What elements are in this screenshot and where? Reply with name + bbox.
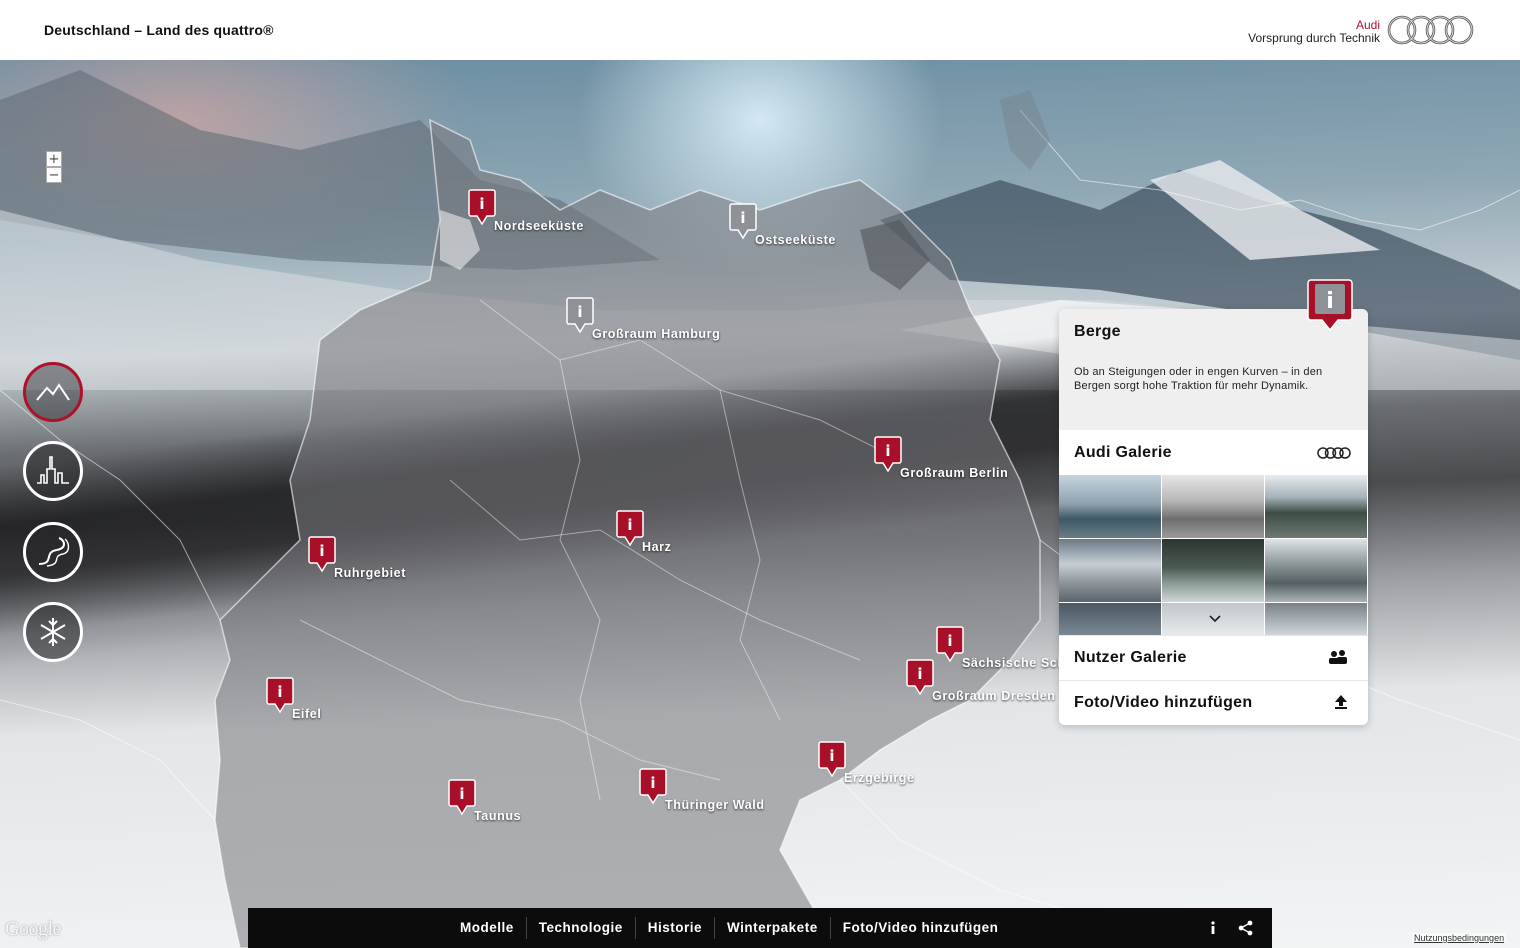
gallery-thumbnail[interactable]: [1162, 475, 1264, 538]
category-city-button[interactable]: [23, 441, 83, 501]
svg-text:i: i: [917, 665, 922, 683]
info-pin-icon: i: [874, 436, 902, 473]
category-mountains-button[interactable]: [23, 362, 83, 422]
zoom-out-button[interactable]: −: [46, 167, 62, 183]
info-icon[interactable]: [1208, 920, 1218, 936]
marker-label: Erzgebirge: [844, 771, 915, 785]
brand-slogan: Vorsprung durch Technik: [1248, 31, 1380, 45]
info-pin-icon: i: [468, 189, 496, 226]
marker-label: Harz: [642, 540, 672, 554]
nav-item-models[interactable]: Modelle: [448, 917, 527, 939]
gallery-thumbnail[interactable]: [1265, 603, 1367, 635]
page-title: Deutschland – Land des quattro®: [44, 22, 274, 38]
marker-label: Ostseeküste: [755, 233, 836, 247]
upload-icon: [1335, 695, 1347, 709]
nav-menu: Modelle Technologie Historie Winterpaket…: [448, 908, 1010, 948]
marker-label: Großraum Dresden: [932, 689, 1056, 703]
category-winter-button[interactable]: [23, 602, 83, 662]
svg-text:i: i: [740, 209, 745, 227]
gallery-thumbnail[interactable]: [1059, 603, 1161, 635]
audi-rings-icon: [1317, 447, 1351, 459]
panel-title: Berge: [1074, 323, 1121, 340]
user-gallery-label: Nutzer Galerie: [1074, 649, 1187, 666]
svg-text:i: i: [577, 303, 582, 321]
add-media-row[interactable]: Foto/Video hinzufügen: [1059, 680, 1368, 724]
svg-text:i: i: [627, 516, 632, 534]
marker-label: Thüringer Wald: [665, 798, 765, 812]
marker-label: Großraum Berlin: [900, 466, 1009, 480]
audi-rings-icon[interactable]: [1386, 13, 1476, 47]
user-gallery-row[interactable]: Nutzer Galerie: [1059, 635, 1368, 679]
zoom-control: + −: [46, 151, 62, 183]
info-pin-icon: i: [448, 779, 476, 816]
mountain-icon: [36, 383, 70, 401]
svg-text:i: i: [829, 747, 834, 765]
users-icon: [1329, 650, 1347, 664]
gallery-thumbnail[interactable]: [1059, 475, 1161, 538]
gallery-thumbnail[interactable]: [1265, 475, 1367, 538]
marker-label: Ruhrgebiet: [334, 566, 406, 580]
snowflake-icon: [40, 618, 66, 646]
gallery-thumbnail[interactable]: [1162, 539, 1264, 602]
add-media-label: Foto/Video hinzufügen: [1074, 694, 1253, 711]
marker-label: Großraum Hamburg: [592, 327, 721, 341]
marker-label: Eifel: [292, 707, 322, 721]
audi-gallery-title: Audi Galerie: [1074, 444, 1172, 461]
marker-label: Nordseeküste: [494, 219, 584, 233]
nav-item-history[interactable]: Historie: [636, 917, 716, 939]
info-pin-icon: i: [936, 626, 964, 663]
nav-item-add-media[interactable]: Foto/Video hinzufügen: [831, 917, 1011, 939]
terms-link[interactable]: Nutzungsbedingungen: [1412, 933, 1507, 943]
info-pin-icon: i: [906, 659, 934, 696]
audi-gallery-header[interactable]: Audi Galerie: [1059, 430, 1368, 475]
info-pin-icon: i: [616, 510, 644, 547]
info-pin-icon: i: [729, 203, 757, 240]
info-panel: Berge Ob an Steigungen oder in engen Kur…: [1059, 309, 1368, 725]
zoom-in-button[interactable]: +: [46, 151, 62, 167]
info-pin-icon: i: [308, 536, 336, 573]
brand-text: Audi Vorsprung durch Technik: [1248, 19, 1380, 45]
curvy-road-icon: [38, 537, 70, 567]
svg-text:i: i: [650, 774, 655, 792]
selected-info-pin-icon: i: [1307, 279, 1353, 332]
nav-item-winter-packages[interactable]: Winterpakete: [715, 917, 831, 939]
svg-text:i: i: [459, 785, 464, 803]
google-logo: Google: [5, 918, 61, 940]
header: Deutschland – Land des quattro® Audi Vor…: [0, 0, 1520, 60]
panel-description: Ob an Steigungen oder in engen Kurven – …: [1074, 366, 1323, 392]
info-pin-icon: i: [639, 768, 667, 805]
info-pin-icon: i: [566, 297, 594, 334]
svg-text:i: i: [885, 442, 890, 460]
nav-item-technology[interactable]: Technologie: [527, 917, 636, 939]
share-icon[interactable]: [1238, 920, 1254, 936]
marker-label: Taunus: [474, 809, 522, 823]
gallery-thumbnail[interactable]: [1059, 539, 1161, 602]
svg-text:i: i: [1326, 289, 1334, 314]
bottom-navigation: Modelle Technologie Historie Winterpaket…: [248, 908, 1272, 948]
info-pin-icon: i: [818, 741, 846, 778]
gallery-thumbnail[interactable]: [1265, 539, 1367, 602]
city-skyline-icon: [37, 456, 69, 484]
svg-text:i: i: [479, 195, 484, 213]
audi-gallery-thumbnails: [1059, 475, 1368, 635]
info-pin-icon: i: [266, 677, 294, 714]
chevron-down-icon[interactable]: [1209, 615, 1221, 623]
svg-text:i: i: [277, 683, 282, 701]
category-curvy-roads-button[interactable]: [23, 522, 83, 582]
svg-text:i: i: [947, 632, 952, 650]
svg-text:i: i: [319, 542, 324, 560]
